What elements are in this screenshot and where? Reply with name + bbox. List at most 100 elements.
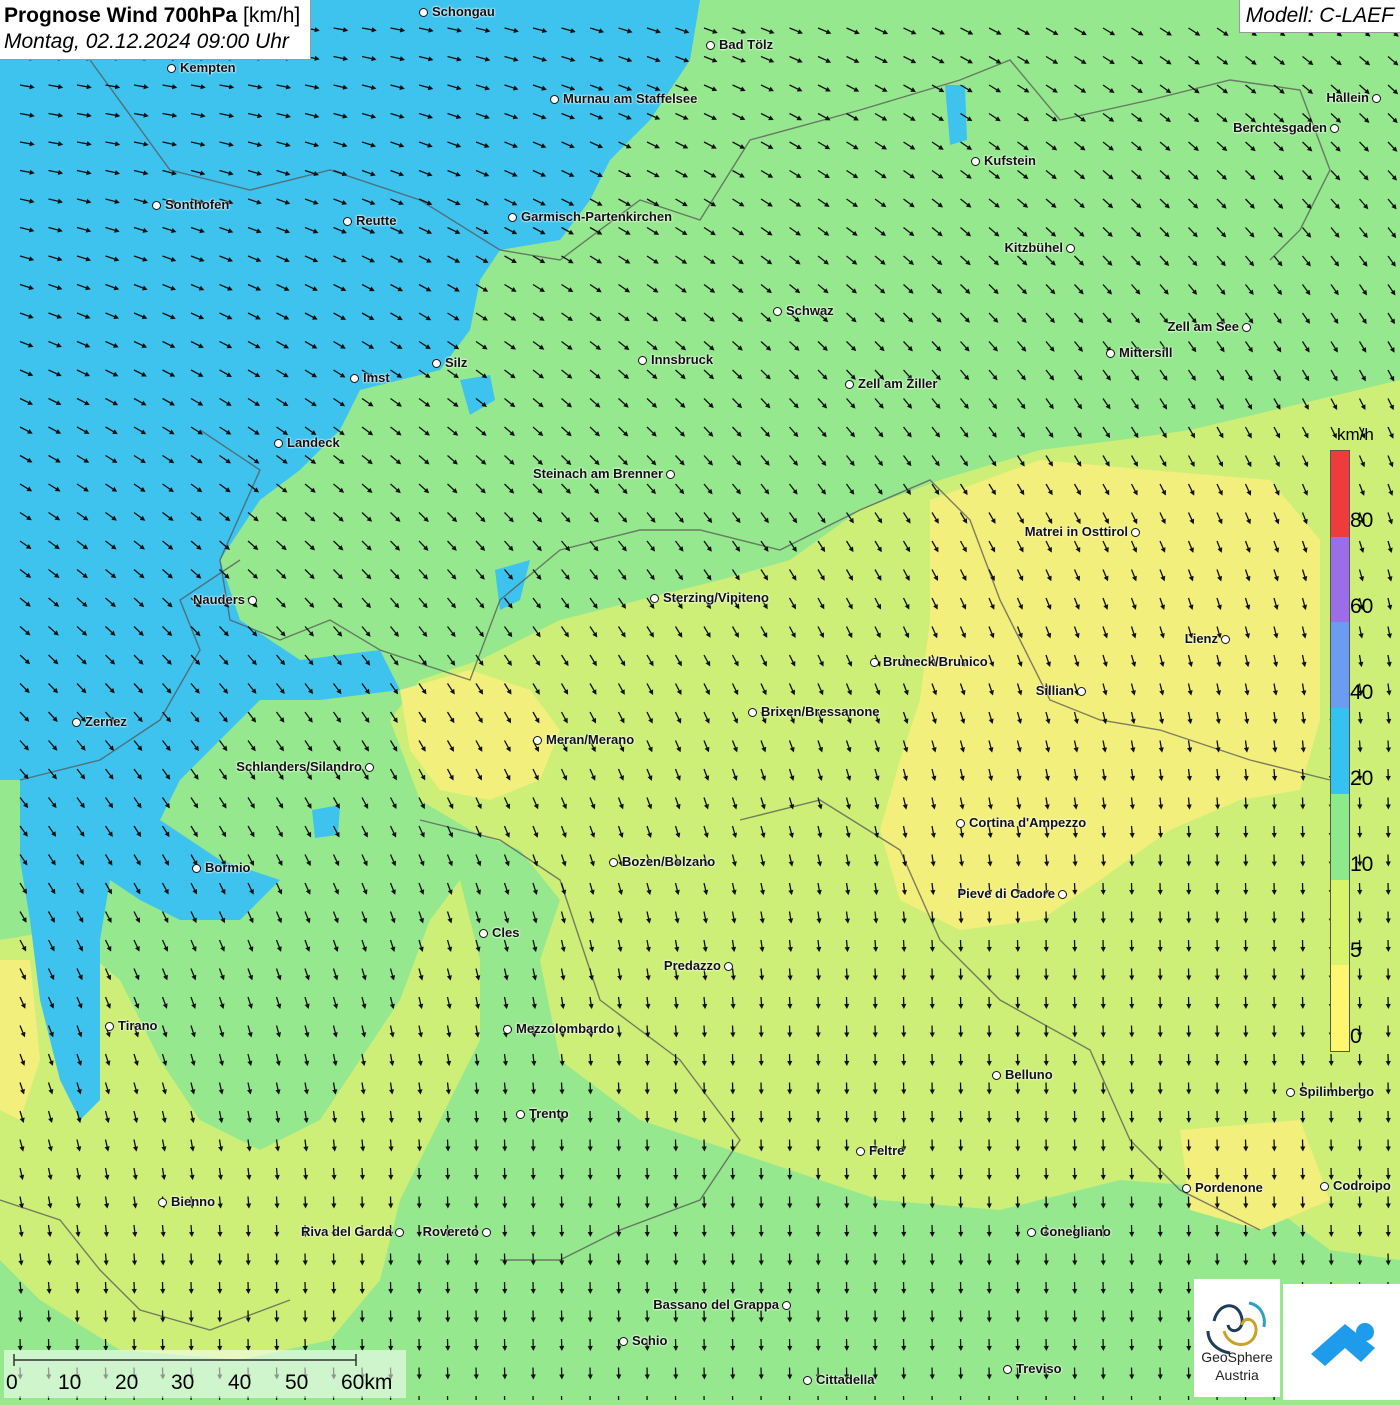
city-marker [516,1110,525,1119]
geosphere-logo-line2: Austria [1194,1367,1280,1383]
city-label: Sterzing/Vipiteno [663,590,769,605]
city-label: Belluno [1005,1067,1053,1082]
city-label: Murnau am Staffelsee [563,91,697,106]
city-label: Codroipo [1333,1178,1391,1193]
city-label: Bormio [205,860,251,875]
legend-colorbar [1330,450,1350,1052]
city-label: Bruneck/Brunico [883,654,988,669]
city-label: Zernez [85,714,127,729]
legend-swatch [1331,965,1349,1051]
scale-bar-label: 30 [171,1371,194,1395]
city-marker [845,380,854,389]
scale-bar-label: 40 [228,1371,251,1395]
blue-patch-small [312,805,340,838]
scale-bar-label: 10 [58,1371,81,1395]
city-label: Kufstein [984,153,1036,168]
legend-swatch [1331,880,1349,966]
city-label: Lienz [1185,631,1218,646]
city-label: Hallein [1326,90,1369,105]
city-marker [167,64,176,73]
scale-bar-label: 20 [115,1371,138,1395]
city-label: Pordenone [1195,1180,1263,1195]
city-marker [992,1071,1001,1080]
city-label: Steinach am Brenner [533,466,663,481]
app-logo-icon [1283,1284,1400,1400]
city-marker [343,217,352,226]
forecast-datetime: Montag, 02.12.2024 09:00 Uhr [4,30,300,54]
city-marker [1131,528,1140,537]
city-label: Cles [492,925,519,940]
title-box: Prognose Wind 700hPa [km/h] Montag, 02.1… [0,0,311,60]
city-label: Meran/Merano [546,732,634,747]
city-label: Rovereto [423,1224,479,1239]
city-marker [105,1022,114,1031]
city-marker [773,307,782,316]
city-label: Spilimbergo [1299,1084,1374,1099]
legend-level-label: 80 [1350,509,1373,533]
city-marker [1330,124,1339,133]
city-marker [1182,1184,1191,1193]
city-marker [508,213,517,222]
city-marker [619,1337,628,1346]
city-marker [1106,349,1115,358]
city-label: Innsbruck [651,352,713,367]
city-marker [1221,635,1230,644]
city-label: Schwaz [786,303,834,318]
city-marker [350,374,359,383]
city-marker [706,41,715,50]
city-marker [856,1147,865,1156]
model-label: Modell: C-LAEF [1239,0,1400,33]
city-marker [650,594,659,603]
city-label: Bozen/Bolzano [622,854,715,869]
city-label: Sillian [1036,683,1074,698]
city-label: Zell am Ziller [858,376,937,391]
city-label: Cortina d'Ampezzo [969,815,1086,830]
city-marker [1242,323,1251,332]
city-marker [748,708,757,717]
city-marker [274,439,283,448]
legend-swatch [1331,622,1349,708]
city-marker [158,1198,167,1207]
city-marker [482,1228,491,1237]
map-title-bold: Prognose Wind 700hPa [4,4,237,27]
city-label: Schongau [432,4,495,19]
city-marker [870,658,879,667]
city-marker [803,1376,812,1385]
city-label: Treviso [1016,1361,1062,1376]
legend-level-label: 5 [1350,939,1362,963]
city-marker [503,1025,512,1034]
city-marker [192,864,201,873]
city-label: Brixen/Bressanone [761,704,880,719]
legend-unit: km/h [1337,425,1374,445]
legend-level-label: 20 [1350,767,1373,791]
geosphere-logo-line1: GeoSphere [1194,1349,1280,1365]
city-marker [1003,1365,1012,1374]
geosphere-logo: GeoSphere Austria [1194,1279,1280,1397]
city-label: Feltre [869,1143,904,1158]
city-label: Cittadella [816,1372,875,1387]
city-marker [533,736,542,745]
city-marker [724,962,733,971]
city-marker [1077,687,1086,696]
legend-swatch [1331,451,1349,537]
city-marker [956,819,965,828]
city-marker [1372,94,1381,103]
city-marker [971,157,980,166]
city-marker [550,95,559,104]
city-marker [432,359,441,368]
city-label: Imst [363,370,390,385]
city-label: Predazzo [664,958,721,973]
legend-swatch [1331,708,1349,794]
city-label: Trento [529,1106,569,1121]
city-label: Tirano [118,1018,158,1033]
scale-bar-label: 60km [341,1371,392,1395]
city-label: Schio [632,1333,667,1348]
city-label: Reutte [356,213,396,228]
city-label: Zell am See [1167,319,1239,334]
app-logo [1283,1284,1400,1400]
city-label: Mittersill [1119,345,1172,360]
legend-level-label: 60 [1350,595,1373,619]
legend-level-label: 40 [1350,681,1373,705]
map-title: Prognose Wind 700hPa [km/h] [4,4,300,28]
city-marker [609,858,618,867]
